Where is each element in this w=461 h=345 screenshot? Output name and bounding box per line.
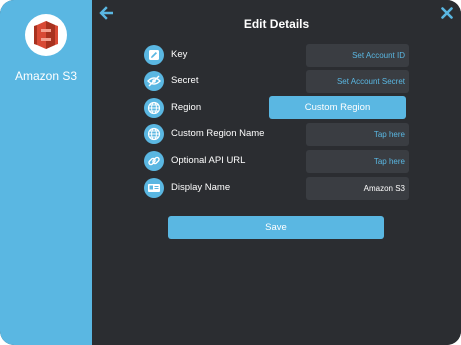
display-name-field[interactable]: Amazon S3 [306,177,409,200]
api-url-field[interactable]: Tap here [306,150,409,173]
link-icon [148,156,160,166]
amazon-s3-icon [34,21,58,49]
region-label: Region [171,102,202,113]
key-field[interactable]: Set Account ID [306,44,409,67]
key-row: Key Set Account ID [144,44,410,68]
custom-region-name-field-icon [144,124,164,144]
id-card-icon [148,184,160,192]
key-label: Key [171,49,188,60]
save-button[interactable]: Save [168,216,384,239]
eye-slash-icon [147,75,161,87]
display-name-field-icon [144,178,164,198]
amazon-s3-logo [25,14,67,56]
page-title: Edit Details [243,17,310,31]
app-name: Amazon S3 [14,69,78,83]
key-field-icon [144,45,164,65]
secret-field[interactable]: Set Account Secret [306,70,409,93]
globe-icon [147,101,161,115]
app-window: Amazon S3 Edit Details Key Set Account I… [0,0,461,345]
api-url-label: Optional API URL [171,155,246,166]
edit-key-icon [149,50,159,60]
secret-label: Secret [171,75,199,86]
region-field-icon [144,98,164,118]
sidebar: Amazon S3 [0,0,92,345]
main-panel: Edit Details Key Set Account ID Secret S… [92,0,461,345]
custom-region-name-field[interactable]: Tap here [306,123,409,146]
display-name-row: Display Name Amazon S3 [144,177,410,201]
api-url-row: Optional API URL Tap here [144,150,410,174]
custom-region-name-row: Custom Region Name Tap here [144,123,410,147]
custom-region-button[interactable]: Custom Region [269,96,406,119]
display-name-label: Display Name [171,182,231,193]
api-url-field-icon [144,151,164,171]
custom-region-name-label: Custom Region Name [171,128,265,139]
globe-icon [147,127,161,141]
region-row: Region Custom Region [144,96,410,121]
secret-row: Secret Set Account Secret [144,70,410,94]
secret-field-icon [144,71,164,91]
